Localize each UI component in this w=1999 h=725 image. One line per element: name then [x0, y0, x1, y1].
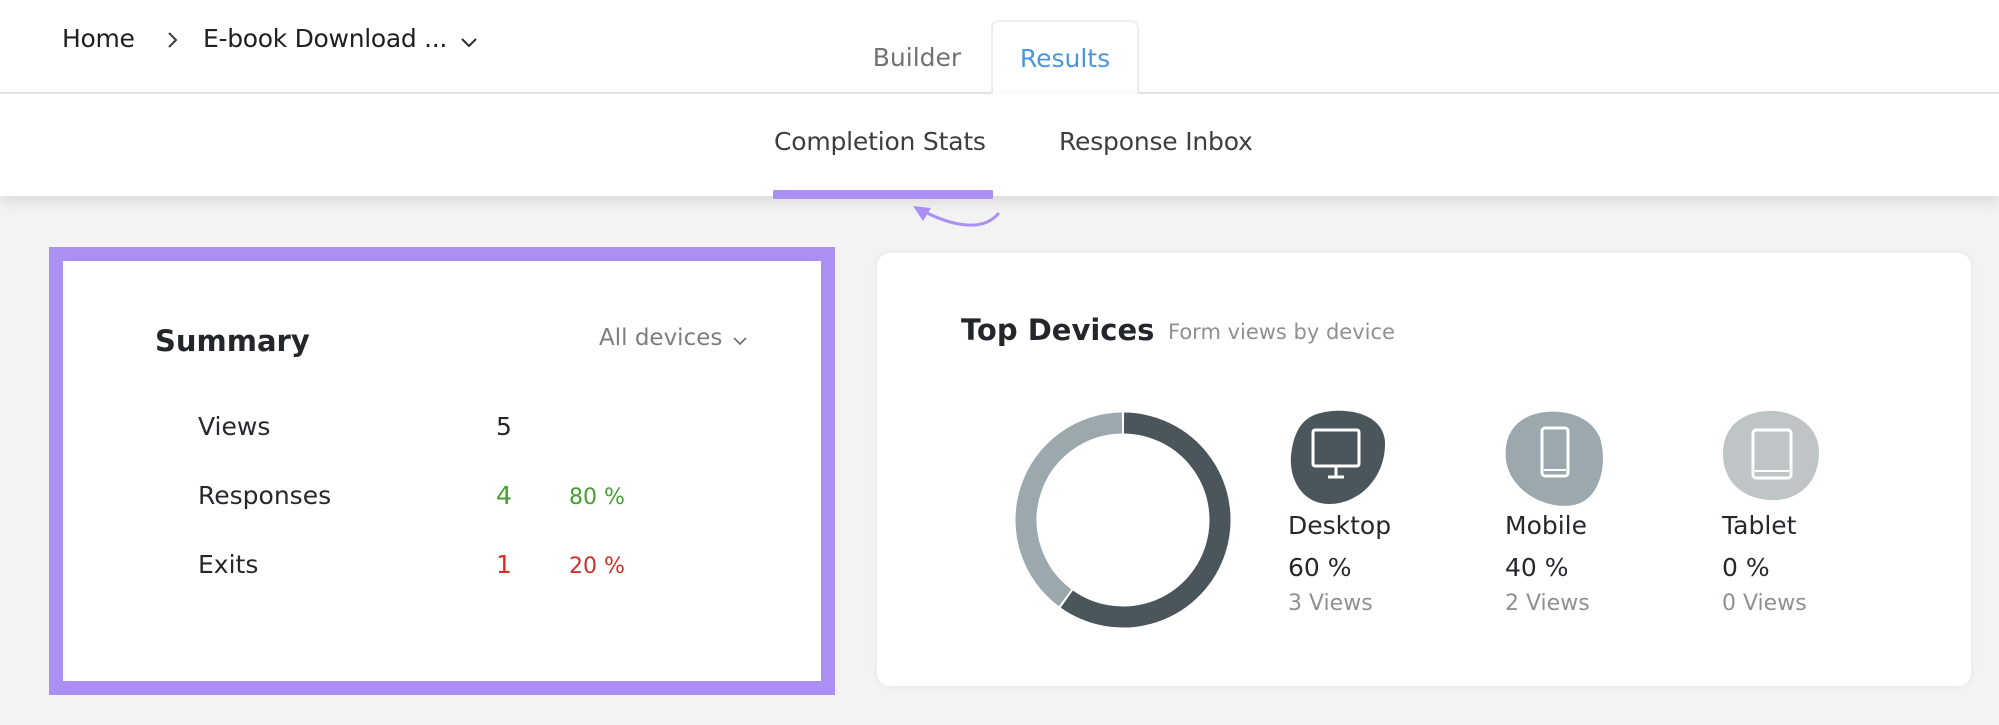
device-donut-chart [1015, 412, 1231, 628]
mobile-icon [1505, 411, 1603, 506]
summary-card: Summary All devices Views 5 Responses 4 … [49, 247, 835, 695]
annotation-arrow-icon [913, 206, 1000, 227]
device-views: 0 Views [1722, 591, 1807, 616]
stat-row-exits: Exits 1 20 % [63, 550, 821, 590]
stat-value: 4 [496, 481, 512, 510]
device-name: Mobile [1505, 511, 1588, 540]
breadcrumb-separator-icon [168, 32, 178, 48]
stat-percent: 80 % [569, 485, 625, 510]
device-percent: 0 % [1722, 553, 1770, 582]
breadcrumb-home[interactable]: Home [62, 24, 135, 53]
form-switcher-chevron-down-icon[interactable] [460, 36, 478, 50]
chevron-down-icon [733, 337, 747, 346]
top-devices-title: Top Devices [961, 313, 1155, 347]
stat-row-views: Views 5 [63, 412, 821, 452]
top-devices-card: Top Devices Form views by device Desktop… [877, 253, 1971, 686]
stat-percent: 20 % [569, 554, 625, 579]
device-views: 2 Views [1505, 591, 1590, 616]
device-percent: 60 % [1288, 553, 1352, 582]
device-filter-dropdown[interactable]: All devices [599, 325, 748, 351]
device-name: Tablet [1722, 511, 1797, 540]
subtab-response-inbox[interactable]: Response Inbox [1059, 127, 1253, 156]
summary-title: Summary [155, 324, 310, 358]
tab-results[interactable]: Results [991, 20, 1139, 94]
device-tablet: Tablet 0 % 0 Views [1721, 408, 1901, 628]
stat-label: Views [198, 412, 271, 441]
active-subtab-indicator [773, 190, 993, 199]
desktop-icon [1290, 410, 1385, 504]
stat-label: Responses [198, 481, 332, 510]
tablet-icon [1723, 410, 1819, 501]
stat-label: Exits [198, 550, 259, 579]
device-filter-label: All devices [599, 325, 723, 351]
results-subtabs: Completion Stats Response Inbox [0, 94, 1999, 199]
stat-value: 5 [496, 412, 512, 441]
device-views: 3 Views [1288, 591, 1373, 616]
breadcrumb-current-form[interactable]: E-book Download ... [203, 24, 447, 53]
device-name: Desktop [1288, 511, 1392, 540]
subtab-completion-stats[interactable]: Completion Stats [774, 127, 986, 156]
top-header: Home E-book Download ... Builder Results [0, 0, 1999, 94]
device-mobile: Mobile 40 % 2 Views [1504, 408, 1684, 628]
device-percent: 40 % [1505, 553, 1569, 582]
top-devices-subtitle: Form views by device [1168, 320, 1395, 344]
stat-value: 1 [496, 550, 512, 579]
tab-builder[interactable]: Builder [858, 20, 976, 94]
donut-slice-desktop [1060, 412, 1231, 628]
donut-slice-mobile [1015, 412, 1123, 607]
device-desktop: Desktop 60 % 3 Views [1287, 408, 1467, 628]
stat-row-responses: Responses 4 80 % [63, 481, 821, 521]
